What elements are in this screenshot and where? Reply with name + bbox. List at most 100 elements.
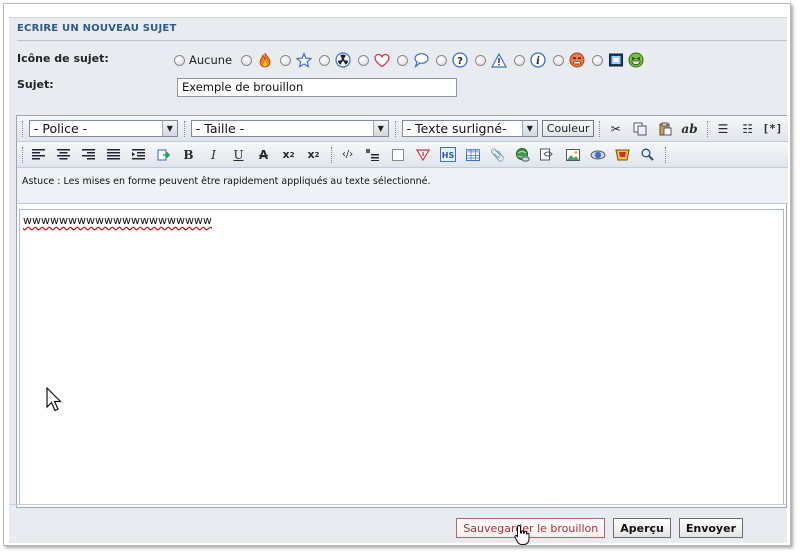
icon-option-radiation[interactable] xyxy=(319,52,356,69)
icon-option-speech[interactable] xyxy=(397,52,434,69)
radio-radiation[interactable] xyxy=(319,54,331,66)
toolbar-separator xyxy=(183,120,187,137)
email-link-icon[interactable] xyxy=(538,146,557,164)
icon-option-question[interactable]: ? xyxy=(436,52,473,69)
align-left-icon[interactable] xyxy=(29,146,48,164)
list-item-tag-button[interactable]: [*] xyxy=(763,120,783,138)
search-icon[interactable] xyxy=(638,146,657,164)
radio-flame[interactable] xyxy=(241,54,253,66)
strikethrough-icon[interactable]: A xyxy=(254,146,273,164)
icon-option-info[interactable]: i xyxy=(514,52,551,69)
subject-input[interactable]: Exemple de brouillon xyxy=(177,78,457,97)
toolbar-grip xyxy=(22,146,25,163)
laughing-face-icon xyxy=(627,52,644,69)
radiation-icon xyxy=(334,52,351,69)
section-heading: ECRIRE UN NOUVEAU SUJET xyxy=(17,23,787,41)
chevron-down-icon: ▼ xyxy=(372,121,388,136)
subscript-icon[interactable]: x2 xyxy=(304,146,323,164)
editor-toolbar-bottom: B I U A x2 x2 ‹/› HS 📎 xyxy=(17,142,788,168)
chevron-down-icon: ▼ xyxy=(521,121,537,136)
toolbar-separator xyxy=(394,120,398,137)
footer-divider xyxy=(9,504,787,505)
table-icon[interactable] xyxy=(463,146,482,164)
video-icon[interactable] xyxy=(613,146,632,164)
icon-option-flame[interactable] xyxy=(241,52,278,69)
italic-icon[interactable]: I xyxy=(204,146,223,164)
highlight-select[interactable]: - Texte surligné- ▼ xyxy=(401,120,538,137)
spoiler-icon[interactable] xyxy=(388,146,407,164)
indent-icon[interactable] xyxy=(129,146,148,164)
radio-heart[interactable] xyxy=(358,54,370,66)
toolbar-separator xyxy=(706,120,710,137)
highlight-select-value: - Texte surligné- xyxy=(406,121,507,136)
icon-option-tv[interactable] xyxy=(592,52,625,69)
hand-pointer-icon xyxy=(514,524,530,545)
image-icon[interactable] xyxy=(563,146,582,164)
radio-none[interactable] xyxy=(174,54,185,66)
align-center-icon[interactable] xyxy=(54,146,73,164)
icon-option-warning[interactable] xyxy=(475,52,512,69)
send-button[interactable]: Envoyer xyxy=(678,518,743,538)
hide-icon[interactable]: HS xyxy=(438,146,457,164)
form-actions: Sauvegarder le brouillon Aperçu Envoyer xyxy=(448,518,743,538)
icon-option-angry[interactable] xyxy=(553,52,590,69)
warning-triangle-icon[interactable] xyxy=(413,146,432,164)
code-icon[interactable]: ‹/› xyxy=(338,146,357,164)
tv-icon xyxy=(607,52,624,69)
formatting-hint: Astuce : Les mises en forme peuvent être… xyxy=(17,168,788,204)
topic-icon-selector: Aucune ? i xyxy=(174,51,651,69)
icon-none-label: Aucune xyxy=(189,53,233,67)
editor-toolbar-top: - Police - ▼ - Taille - ▼ - Texte surlig… xyxy=(17,116,788,142)
color-button[interactable]: Couleur xyxy=(541,120,595,137)
icon-label: Icône de sujet: xyxy=(17,52,109,65)
message-textarea[interactable]: wwwwwwwwwwwwwwwwwwwww xyxy=(19,209,784,505)
icon-option-star[interactable] xyxy=(280,52,317,69)
cut-icon[interactable]: ✂ xyxy=(606,120,625,138)
align-justify-icon[interactable] xyxy=(104,146,123,164)
toolbar-grip xyxy=(22,120,25,137)
svg-text:i: i xyxy=(536,56,540,67)
flame-icon xyxy=(256,52,273,69)
paste-icon[interactable] xyxy=(656,120,675,138)
icon-option-heart[interactable] xyxy=(358,52,395,69)
radio-question[interactable] xyxy=(436,54,448,66)
radio-info[interactable] xyxy=(514,54,526,66)
numbered-list-icon[interactable]: ☷ xyxy=(738,120,757,138)
star-icon xyxy=(295,52,312,69)
icon-option-laughing[interactable] xyxy=(627,52,649,69)
radio-warning[interactable] xyxy=(475,54,487,66)
insert-icon[interactable] xyxy=(154,146,173,164)
bullet-list-icon[interactable]: ☰ xyxy=(714,120,733,138)
icon-option-none[interactable]: Aucune xyxy=(174,53,239,67)
radio-speech[interactable] xyxy=(397,54,409,66)
radio-star[interactable] xyxy=(280,54,292,66)
font-select[interactable]: - Police - ▼ xyxy=(28,120,178,137)
toolbar-separator xyxy=(599,120,602,137)
chevron-down-icon: ▼ xyxy=(161,121,177,136)
preview-button[interactable]: Aperçu xyxy=(613,518,671,538)
radio-tv[interactable] xyxy=(592,54,604,66)
subject-label: Sujet: xyxy=(17,78,54,91)
radio-angry[interactable] xyxy=(553,54,565,66)
quote-icon[interactable] xyxy=(363,146,382,164)
mouse-pointer-icon xyxy=(46,387,62,412)
copy-icon[interactable] xyxy=(631,120,650,138)
superscript-icon[interactable]: x2 xyxy=(279,146,298,164)
size-select[interactable]: - Taille - ▼ xyxy=(190,120,389,137)
bold-icon[interactable]: B xyxy=(179,146,198,164)
align-right-icon[interactable] xyxy=(79,146,98,164)
window-frame: ECRIRE UN NOUVEAU SUJET Icône de sujet: … xyxy=(3,3,791,546)
spellcheck-icon[interactable]: ab xyxy=(680,120,699,138)
size-select-value: - Taille - xyxy=(195,121,245,136)
attachment-icon[interactable]: 📎 xyxy=(488,146,507,164)
question-icon: ? xyxy=(451,52,468,69)
heart-icon xyxy=(373,52,390,69)
underline-icon[interactable]: U xyxy=(229,146,248,164)
message-content: wwwwwwwwwwwwwwwwwwwww xyxy=(23,214,212,227)
toolbar-separator xyxy=(665,146,668,163)
speech-bubble-icon xyxy=(412,52,429,69)
svg-text:?: ? xyxy=(457,56,463,67)
link-icon[interactable] xyxy=(513,146,532,164)
font-select-value: - Police - xyxy=(33,121,88,136)
flash-icon[interactable] xyxy=(588,146,607,164)
